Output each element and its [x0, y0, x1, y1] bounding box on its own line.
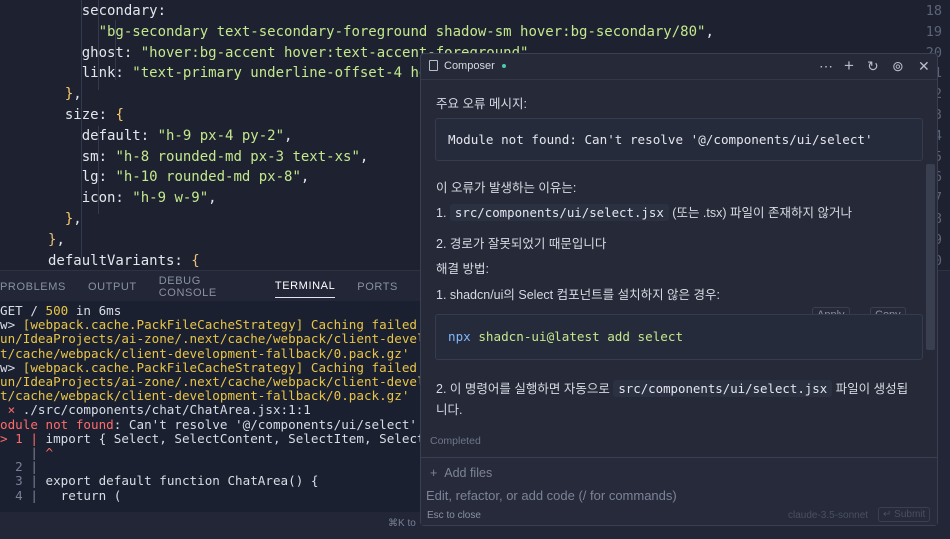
plus-icon: + — [430, 466, 445, 480]
solution-label: 해결 방법: — [436, 262, 489, 276]
code-line: sm: "h-8 rounded-md px-3 text-xs", — [48, 148, 369, 165]
tab-output[interactable]: OUTPUT — [88, 275, 137, 298]
completed-status: Completed — [430, 435, 481, 447]
code-line: "bg-secondary text-secondary-foreground … — [98, 23, 714, 40]
terminal-line: un/IdeaProjects/ai-zone/.next/cache/webp… — [0, 374, 455, 389]
terminal-line: odule not found: Can't resolve '@/compon… — [0, 416, 418, 432]
esc-hint: Esc to close — [427, 510, 481, 521]
main-error-label: 주요 오류 메시지: — [436, 97, 527, 111]
step-2: 2. 이 명령어를 실행하면 자동으로 src/components/ui/se… — [436, 380, 909, 397]
submit-button[interactable]: ↵ Submit — [878, 507, 931, 522]
terminal-line: | ^ — [0, 445, 54, 460]
inline-code: src/components/ui/select.jsx — [613, 380, 833, 397]
terminal-line: un/IdeaProjects/ai-zone/.next/cache/webp… — [0, 331, 455, 347]
composer-messages: 주요 오류 메시지: Module not found: Can't resol… — [421, 81, 926, 431]
code-line: default: "h-9 px-4 py-2", — [48, 127, 293, 144]
composer-input[interactable]: Edit, refactor, or add code (/ for comma… — [426, 488, 677, 503]
inline-code: src/components/ui/select.jsx — [449, 204, 669, 221]
terminal-line: GET / 500 in 6ms — [0, 303, 122, 318]
terminal[interactable]: GET / 500 in 6ms w> [webpack.cache.PackFi… — [0, 301, 463, 513]
panel-tabs: PROBLEMS OUTPUT DEBUG CONSOLE TERMINAL P… — [0, 271, 420, 301]
terminal-line: t/cache/webpack/client-development-fallb… — [0, 345, 410, 361]
code-line: size: { — [48, 107, 124, 123]
add-files-button[interactable]: + Add files — [430, 466, 492, 480]
more-icon[interactable]: ⋯ — [819, 58, 833, 75]
terminal-line: 2 | — [0, 459, 38, 475]
terminal-line: t/cache/webpack/client-development-fallb… — [0, 388, 410, 404]
code-line: }, — [48, 86, 82, 103]
reason-1: 1. src/components/ui/select.jsx (또는 .tsx… — [436, 204, 852, 221]
history-icon[interactable]: ↻ — [867, 58, 879, 75]
composer-panel: Composer ⋯ + ↻ ⊚ ✕ 주요 오류 메시지: Module not… — [420, 53, 938, 526]
terminal-line: 3 | export default function ChatArea() { — [0, 473, 319, 489]
terminal-line: 4 | return ( — [0, 487, 122, 503]
terminal-line: w> [webpack.cache.PackFileCacheStrategy]… — [0, 359, 448, 375]
plus-icon[interactable]: + — [844, 56, 854, 76]
tab-debug-console[interactable]: DEBUG CONSOLE — [159, 269, 253, 304]
composer-header: Composer ⋯ + ↻ ⊚ ✕ — [421, 54, 937, 80]
document-icon — [429, 60, 438, 71]
settings-icon[interactable]: ⊚ — [892, 58, 904, 75]
line-number: 19 — [925, 23, 942, 40]
line-number: 18 — [925, 3, 942, 19]
tab-ports[interactable]: PORTS — [357, 275, 398, 298]
terminal-line: w> [webpack.cache.PackFileCacheStrategy]… — [0, 317, 448, 333]
command-code-block: npx shadcn-ui@latest add select — [435, 314, 923, 360]
reason-2: 2. 경로가 잘못되었기 때문입니다 — [436, 237, 607, 251]
shortcut-hint: ⌘K to — [388, 518, 416, 529]
status-dot — [501, 64, 506, 69]
code-line: }, — [48, 211, 82, 227]
code-line: lg: "h-10 rounded-md px-8", — [48, 169, 310, 186]
composer-input-area: + Add files Edit, refactor, or add code … — [421, 457, 937, 525]
step-2-wrap: 니다. — [436, 403, 463, 417]
close-icon[interactable]: ✕ — [918, 58, 930, 75]
tab-problems[interactable]: PROBLEMS — [0, 275, 66, 298]
code-line: secondary: — [48, 3, 167, 19]
code-line: }, — [48, 231, 65, 248]
error-code-block: Module not found: Can't resolve '@/compo… — [435, 118, 923, 161]
model-selector[interactable]: claude-3.5-sonnet — [788, 510, 868, 521]
scrollbar[interactable] — [926, 164, 935, 350]
step-1: 1. shadcn/ui의 Select 컴포넌트를 설치하지 않은 경우: — [436, 288, 720, 302]
terminal-line: × ./src/components/chat/ChatArea.jsx:1:1 — [0, 402, 311, 418]
terminal-line: > 1 | import { Select, SelectContent, Se… — [0, 430, 463, 446]
error-code: Module not found: Can't resolve '@/compo… — [448, 132, 873, 147]
tab-terminal[interactable]: TERMINAL — [274, 274, 336, 298]
code-line: icon: "h-9 w-9", — [48, 190, 217, 207]
command-text: npx shadcn-ui@latest add select — [448, 329, 684, 344]
code-line: defaultVariants: { — [48, 252, 200, 269]
why-label: 이 오류가 발생하는 이유는: — [436, 181, 577, 195]
composer-title: Composer — [444, 60, 506, 72]
